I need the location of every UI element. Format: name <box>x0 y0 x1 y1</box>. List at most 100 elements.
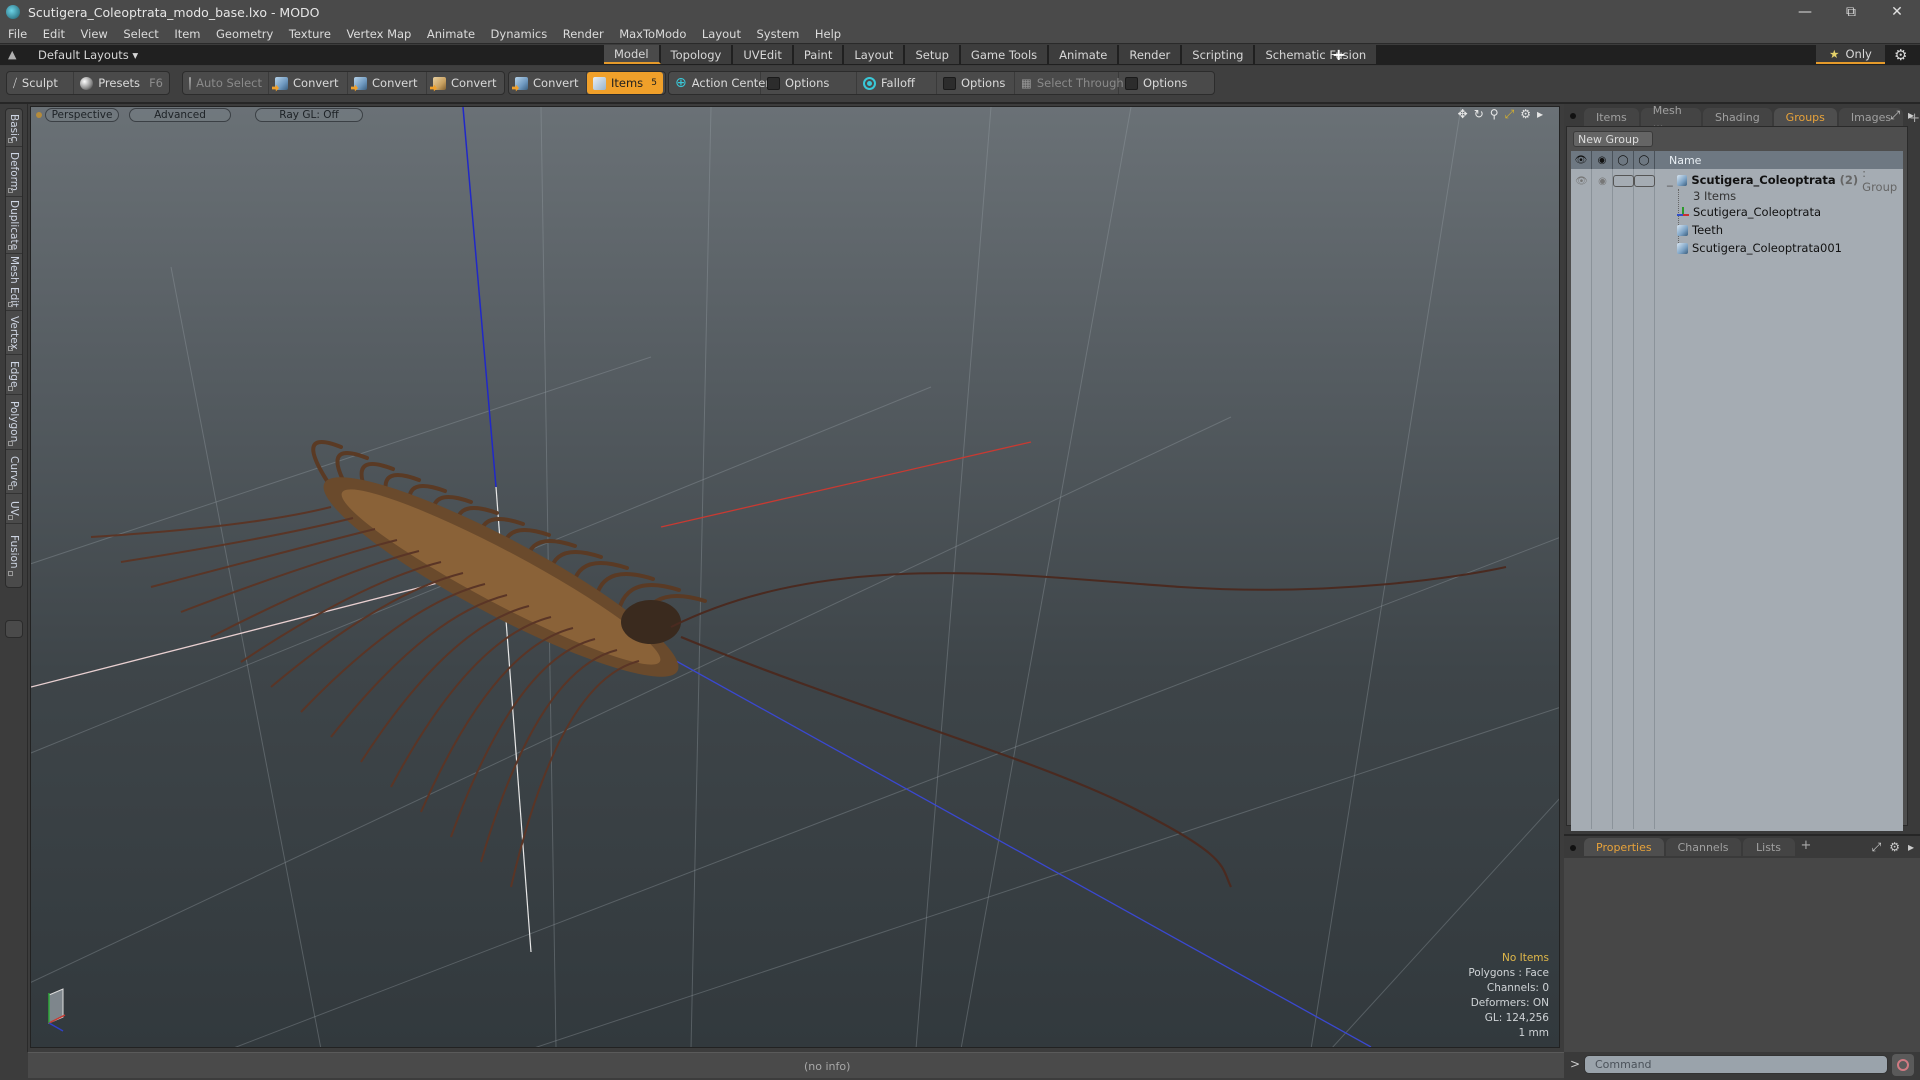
tab-edge[interactable]: Edge <box>6 355 22 395</box>
tab-properties[interactable]: Properties <box>1584 838 1664 856</box>
tab-game-tools[interactable]: Game Tools <box>960 45 1050 64</box>
3d-viewport[interactable]: Perspective Advanced Ray GL: Off ✥ ↻ ⚲ ⤢… <box>30 106 1560 1048</box>
group-visibility-eye-icon[interactable]: 👁 <box>1571 175 1592 187</box>
list-item[interactable]: Scutigera_Coleoptrata001 <box>1667 239 1903 257</box>
menu-select[interactable]: Select <box>123 27 158 41</box>
viewport-expand-arrow-icon[interactable]: ▸ <box>1537 107 1543 123</box>
rotate-icon[interactable]: ↻ <box>1474 107 1484 123</box>
tab-groups[interactable]: Groups <box>1773 108 1837 126</box>
tab-polygon[interactable]: Polygon <box>6 395 22 450</box>
panel-maximize-icon[interactable]: ⤢ <box>1872 840 1882 855</box>
tab-setup[interactable]: Setup <box>905 45 961 64</box>
tab-lists[interactable]: Lists <box>1742 838 1795 856</box>
tab-uv[interactable]: UV <box>6 494 22 524</box>
menu-geometry[interactable]: Geometry <box>216 27 273 41</box>
tab-paint[interactable]: Paint <box>793 45 845 64</box>
add-panel-tab-button[interactable]: + <box>1801 838 1812 856</box>
menu-system[interactable]: System <box>756 27 799 41</box>
presets-button[interactable]: Presets F6 <box>74 72 169 94</box>
sculpt-button[interactable]: ⧸ Sculpt <box>7 72 75 94</box>
menu-maxtomodo[interactable]: MaxToModo <box>619 27 686 41</box>
group-select-toggle[interactable] <box>1634 175 1655 187</box>
tab-layout[interactable]: Layout <box>844 45 906 64</box>
viewport-settings-gear-icon[interactable]: ⚙ <box>1520 107 1531 123</box>
panel-arrow-icon[interactable]: ▸ <box>1908 840 1914 855</box>
list-item[interactable]: Scutigera_Coleoptrata <box>1667 203 1903 221</box>
select-through-button[interactable]: ▦ Select Through <box>1015 72 1124 94</box>
panel-arrow-icon[interactable]: ▸ <box>1908 108 1914 123</box>
tab-vertex[interactable]: Vertex <box>6 311 22 355</box>
menu-file[interactable]: File <box>8 27 27 41</box>
default-layouts-dropdown[interactable]: Default Layouts ▾ <box>38 48 138 62</box>
falloff-button[interactable]: Falloff <box>857 72 937 94</box>
menu-layout[interactable]: Layout <box>702 27 741 41</box>
menu-dynamics[interactable]: Dynamics <box>491 27 548 41</box>
select-through-options-button[interactable]: Options <box>1119 72 1207 94</box>
tab-render[interactable]: Render <box>1119 45 1183 64</box>
tab-schematic-fusion[interactable]: Schematic Fusion <box>1255 45 1379 64</box>
lock-column-icon[interactable]: ◯ <box>1613 151 1634 169</box>
tab-duplicate[interactable]: Duplicate <box>6 197 22 254</box>
tab-basic[interactable]: Basic <box>6 109 22 147</box>
tab-uvedit[interactable]: UVEdit <box>733 45 794 64</box>
tab-mesh-edit[interactable]: Mesh Edit <box>6 254 22 311</box>
convert-items-button[interactable]: Convert <box>509 72 587 94</box>
add-layout-tab-button[interactable]: + <box>1332 45 1345 64</box>
convert-vertices-button[interactable]: Convert <box>269 72 348 94</box>
menu-vertex-map[interactable]: Vertex Map <box>346 27 411 41</box>
menu-view[interactable]: View <box>81 27 108 41</box>
gear-icon[interactable]: ⚙ <box>1894 46 1907 64</box>
restore-button[interactable]: ⧉ <box>1828 0 1874 24</box>
panel-gear-icon[interactable]: ⚙ <box>1889 840 1900 855</box>
new-group-button[interactable]: New Group <box>1573 131 1653 147</box>
render-column-camera-icon[interactable]: ◉ <box>1592 151 1613 169</box>
tab-channels[interactable]: Channels <box>1665 838 1741 856</box>
tab-model[interactable]: Model <box>604 45 661 64</box>
menu-render[interactable]: Render <box>563 27 604 41</box>
tab-curve[interactable]: Curve <box>6 450 22 494</box>
tab-items[interactable]: Items <box>1584 108 1639 126</box>
raygl-toggle[interactable]: Ray GL: Off <box>255 108 363 122</box>
action-center-button[interactable]: ⊕ Action Center <box>669 72 770 94</box>
menu-edit[interactable]: Edit <box>43 27 65 41</box>
extra-tab-button[interactable] <box>5 620 23 638</box>
collapse-arrow-icon[interactable]: ▲ <box>8 48 16 61</box>
tab-animate[interactable]: Animate <box>1049 45 1120 64</box>
tab-deform[interactable]: Deform <box>6 147 22 197</box>
command-input[interactable] <box>1584 1055 1888 1074</box>
tab-mesh[interactable]: Mesh ... <box>1640 104 1701 130</box>
group-render-icon[interactable]: ◉ <box>1592 175 1613 187</box>
only-toggle-button[interactable]: ★ Only <box>1816 45 1885 64</box>
convert-edges-button[interactable]: Convert <box>348 72 427 94</box>
tab-topology[interactable]: Topology <box>660 45 734 64</box>
tab-scripting[interactable]: Scripting <box>1182 45 1256 64</box>
name-column-header[interactable]: Name <box>1655 151 1701 169</box>
tab-fusion[interactable]: Fusion <box>6 524 22 579</box>
auto-select-button[interactable]: Auto Select <box>183 72 269 94</box>
collapse-toggle-icon[interactable]: _ <box>1667 173 1673 187</box>
zoom-icon[interactable]: ⚲ <box>1490 107 1499 123</box>
convert-polygons-button[interactable]: Convert <box>427 72 503 94</box>
action-center-options-button[interactable]: Options <box>761 72 857 94</box>
record-macro-button[interactable] <box>1892 1054 1914 1076</box>
pan-icon[interactable]: ✥ <box>1458 107 1468 123</box>
tab-shading[interactable]: Shading <box>1702 108 1772 126</box>
falloff-options-button[interactable]: Options <box>937 72 1015 94</box>
menu-help[interactable]: Help <box>815 27 841 41</box>
panel-maximize-icon[interactable]: ⤢ <box>1890 108 1900 123</box>
menu-texture[interactable]: Texture <box>289 27 331 41</box>
shading-dropdown[interactable]: Advanced <box>129 108 231 122</box>
menu-animate[interactable]: Animate <box>427 27 475 41</box>
select-column-icon[interactable]: ◯ <box>1634 151 1655 169</box>
list-item[interactable]: Teeth <box>1667 221 1903 239</box>
close-button[interactable]: ✕ <box>1874 0 1920 24</box>
minimize-button[interactable]: — <box>1782 0 1828 24</box>
group-lock-toggle[interactable] <box>1613 175 1634 187</box>
viewport-menu-dot-icon[interactable] <box>36 112 42 118</box>
group-row[interactable]: _ Scutigera_Coleoptrata (2) : Group <box>1667 166 1903 194</box>
menu-item[interactable]: Item <box>174 27 200 41</box>
maximize-icon[interactable]: ⤢ <box>1505 107 1515 123</box>
items-mode-button[interactable]: Items 5 <box>587 72 663 94</box>
view-mode-dropdown[interactable]: Perspective <box>45 108 119 122</box>
visibility-column-eye-icon[interactable]: 👁 <box>1571 151 1592 169</box>
